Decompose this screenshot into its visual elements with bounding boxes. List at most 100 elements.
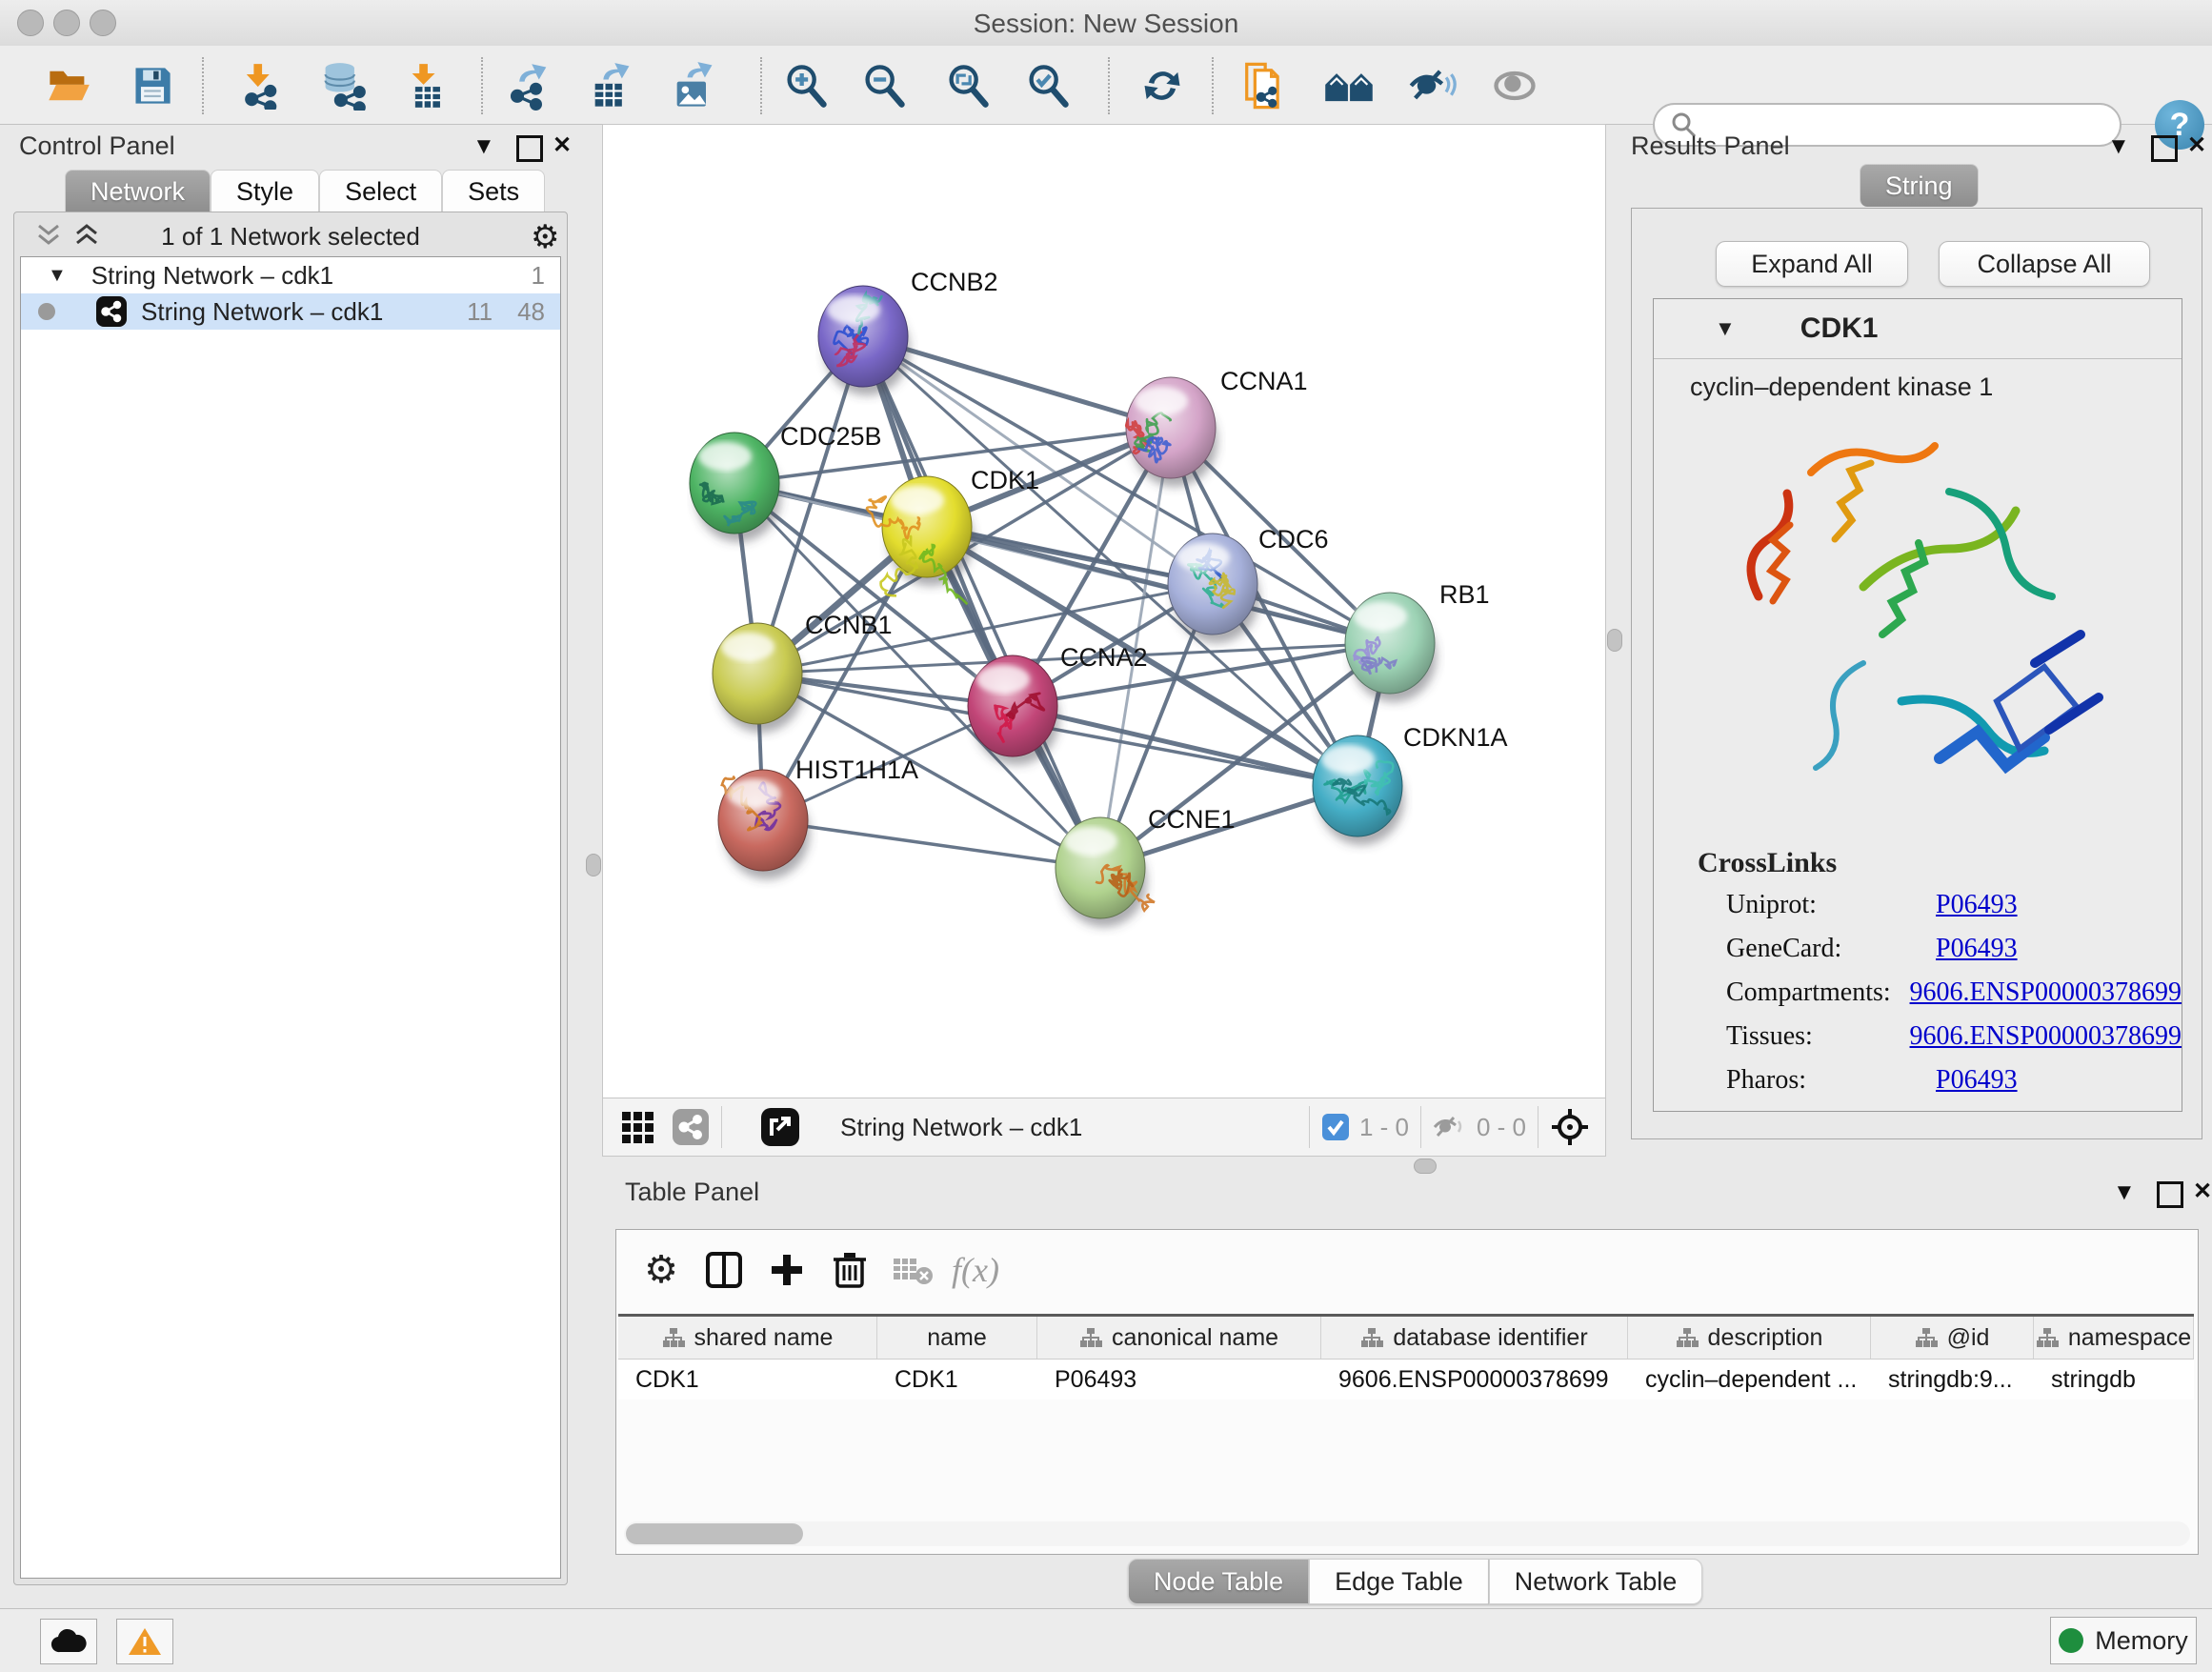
table-cell[interactable]: stringdb bbox=[2034, 1360, 2194, 1400]
results-panel-close-icon[interactable]: ✕ bbox=[2187, 131, 2206, 159]
save-session-icon[interactable] bbox=[126, 59, 179, 112]
control-panel-close-icon[interactable]: ✕ bbox=[553, 131, 572, 159]
import-table-icon[interactable] bbox=[402, 59, 455, 112]
memory-button[interactable]: Memory bbox=[2050, 1617, 2197, 1664]
tab-style[interactable]: Style bbox=[211, 170, 319, 212]
network-canvas[interactable]: CCNB2CCNA1CDC25BCDK1CDC6RB1CCNB1CCNA2CDK… bbox=[602, 124, 1606, 1099]
control-panel-tabs: NetworkStyleSelectSets bbox=[65, 170, 545, 212]
import-network-icon[interactable] bbox=[234, 59, 288, 112]
column-header-shared-name[interactable]: shared name bbox=[618, 1317, 877, 1359]
column-type-icon bbox=[1676, 1327, 1699, 1348]
column-header-description[interactable]: description bbox=[1628, 1317, 1871, 1359]
selected-checkbox-icon[interactable] bbox=[1321, 1113, 1350, 1141]
section-collapse-arrow-icon[interactable]: ▼ bbox=[1715, 316, 1736, 341]
network-node-ccna1[interactable]: CCNA1 bbox=[1126, 367, 1308, 487]
show-columns-icon[interactable] bbox=[693, 1242, 755, 1298]
tab-edge-table[interactable]: Edge Table bbox=[1309, 1559, 1489, 1604]
toolbar-separator bbox=[760, 57, 762, 114]
zoom-fit-icon[interactable] bbox=[941, 59, 995, 112]
zoom-in-icon[interactable] bbox=[779, 59, 833, 112]
zoom-selected-icon[interactable] bbox=[1021, 59, 1075, 112]
hidden-eye-icon[interactable] bbox=[1433, 1113, 1467, 1141]
results-panel-undock-icon[interactable] bbox=[2151, 135, 2178, 162]
horizontal-scrollbar[interactable] bbox=[624, 1521, 2190, 1546]
cloud-status-button[interactable] bbox=[40, 1619, 97, 1664]
table-panel-undock-icon[interactable] bbox=[2157, 1181, 2183, 1208]
add-column-icon[interactable] bbox=[755, 1242, 818, 1298]
tab-network-table[interactable]: Network Table bbox=[1489, 1559, 1703, 1604]
table-options-gear-icon[interactable]: ⚙ bbox=[630, 1242, 693, 1298]
tab-select[interactable]: Select bbox=[319, 170, 442, 212]
birdseye-grid-icon[interactable] bbox=[620, 1108, 658, 1146]
fit-selection-crosshair-icon[interactable] bbox=[1550, 1107, 1590, 1147]
network-node-hist1h1a[interactable]: HIST1H1A bbox=[718, 755, 918, 879]
column-header-namespace[interactable]: namespace bbox=[2034, 1317, 2194, 1359]
crosslink-link[interactable]: P06493 bbox=[1936, 1065, 2018, 1096]
control-panel-undock-icon[interactable] bbox=[516, 135, 543, 162]
network-node-cdc6[interactable]: CDC6 bbox=[1168, 525, 1329, 643]
crosslink-link[interactable]: 9606.ENSP00000378699 bbox=[1910, 977, 2182, 1008]
table-cell[interactable]: CDK1 bbox=[877, 1360, 1037, 1400]
network-row[interactable]: String Network – cdk1 11 48 bbox=[21, 293, 560, 330]
network-edge[interactable] bbox=[1013, 706, 1357, 786]
result-node-header[interactable]: ▼ CDK1 bbox=[1654, 299, 2182, 359]
crosslink-link[interactable]: P06493 bbox=[1936, 934, 2018, 964]
table-cell[interactable]: stringdb:9... bbox=[1871, 1360, 2034, 1400]
results-panel-float-icon[interactable]: ▼ bbox=[2107, 133, 2130, 160]
table-row[interactable]: CDK1CDK1P064939606.ENSP00000378699cyclin… bbox=[618, 1360, 2194, 1400]
refresh-icon[interactable] bbox=[1136, 59, 1189, 112]
table-cell[interactable]: CDK1 bbox=[618, 1360, 877, 1400]
table-panel-float-icon[interactable]: ▼ bbox=[2113, 1179, 2136, 1206]
column-header-label: @id bbox=[1947, 1324, 1990, 1352]
tab-node-table[interactable]: Node Table bbox=[1128, 1559, 1309, 1604]
clone-network-icon[interactable] bbox=[1237, 59, 1290, 112]
node-label: CCNB2 bbox=[911, 268, 998, 296]
results-tab-string[interactable]: String bbox=[1860, 164, 1979, 207]
network-edge[interactable] bbox=[763, 820, 1100, 868]
delete-table-icon bbox=[881, 1242, 944, 1298]
crosslink-link[interactable]: 9606.ENSP00000378699 bbox=[1910, 1021, 2182, 1052]
show-all-icon[interactable] bbox=[1488, 59, 1541, 112]
export-image-icon[interactable] bbox=[667, 59, 720, 112]
import-network-from-database-icon[interactable] bbox=[316, 59, 370, 112]
network-edges bbox=[734, 336, 1390, 868]
network-edge[interactable] bbox=[863, 336, 1100, 868]
warnings-button[interactable] bbox=[116, 1619, 173, 1664]
table-cell[interactable]: 9606.ENSP00000378699 bbox=[1321, 1360, 1628, 1400]
zoom-out-icon[interactable] bbox=[857, 59, 911, 112]
column-header-name[interactable]: name bbox=[877, 1317, 1037, 1359]
network-collection-row[interactable]: ▼ String Network – cdk1 1 bbox=[21, 257, 560, 293]
network-node-ccnb1[interactable]: CCNB1 bbox=[713, 611, 893, 733]
open-in-window-icon[interactable] bbox=[760, 1107, 800, 1147]
node-label: CCNA2 bbox=[1060, 643, 1148, 672]
collapse-all-button[interactable]: Collapse All bbox=[1939, 241, 2150, 287]
table-panel-close-icon[interactable]: ✕ bbox=[2193, 1178, 2212, 1205]
table-cell[interactable]: P06493 bbox=[1037, 1360, 1321, 1400]
open-session-icon[interactable] bbox=[42, 59, 95, 112]
delete-column-icon[interactable] bbox=[818, 1242, 881, 1298]
column-header-database-identifier[interactable]: database identifier bbox=[1321, 1317, 1628, 1359]
hide-selected-icon[interactable] bbox=[1406, 59, 1459, 112]
tab-sets[interactable]: Sets bbox=[442, 170, 545, 212]
left-splitter-grip[interactable] bbox=[586, 854, 601, 876]
network-share-icon[interactable] bbox=[672, 1108, 710, 1146]
expand-all-button[interactable]: Expand All bbox=[1716, 241, 1908, 287]
collection-expand-arrow-icon[interactable]: ▼ bbox=[48, 265, 67, 287]
crosslink-label: Compartments: bbox=[1726, 977, 1910, 1008]
network-options-gear-icon[interactable]: ⚙ bbox=[531, 218, 559, 256]
first-neighbors-icon[interactable] bbox=[1322, 59, 1376, 112]
control-panel-float-icon[interactable]: ▼ bbox=[473, 133, 495, 160]
network-node-cdkn1a[interactable]: CDKN1A bbox=[1313, 723, 1508, 845]
export-table-icon[interactable] bbox=[585, 59, 638, 112]
network-node-ccne1[interactable]: CCNE1 bbox=[1056, 805, 1236, 927]
scrollbar-thumb[interactable] bbox=[626, 1523, 803, 1544]
crosslink-link[interactable]: P06493 bbox=[1936, 890, 2018, 920]
network-node-rb1[interactable]: RB1 bbox=[1345, 580, 1490, 702]
tab-network[interactable]: Network bbox=[65, 170, 211, 212]
column-header-canonical-name[interactable]: canonical name bbox=[1037, 1317, 1321, 1359]
crosslink-row: GeneCard:P06493 bbox=[1726, 927, 2182, 971]
table-cell[interactable]: cyclin–dependent ... bbox=[1628, 1360, 1871, 1400]
export-network-icon[interactable] bbox=[503, 59, 556, 112]
network-graph[interactable]: CCNB2CCNA1CDC25BCDK1CDC6RB1CCNB1CCNA2CDK… bbox=[603, 125, 1605, 1098]
column-header-@id[interactable]: @id bbox=[1871, 1317, 2034, 1359]
